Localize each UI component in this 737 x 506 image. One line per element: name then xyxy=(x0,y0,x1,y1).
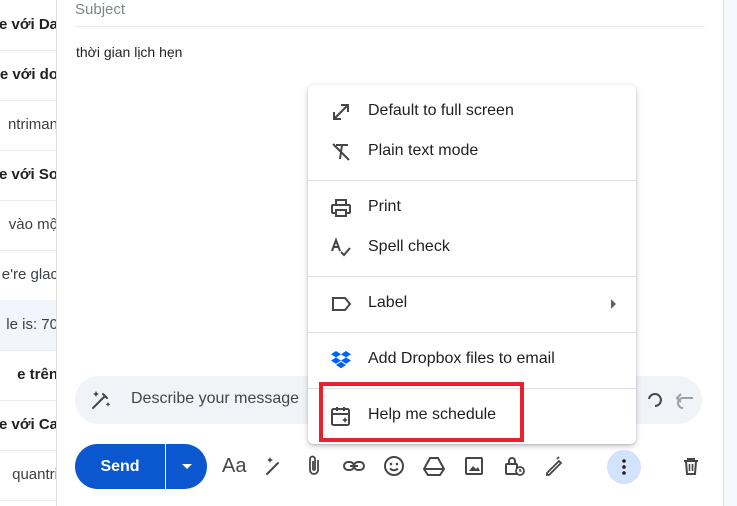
print-icon xyxy=(331,199,351,217)
caret-down-icon xyxy=(181,463,192,469)
menu-item-plain-text-mode[interactable]: Plain text mode xyxy=(308,132,636,172)
label-icon xyxy=(332,297,352,311)
menu-item-add-dropbox[interactable]: Add Dropbox files to email xyxy=(308,340,636,380)
inbox-row-text: quantri xyxy=(12,466,56,483)
emoji-icon[interactable] xyxy=(382,454,406,478)
menu-item-label: Label xyxy=(368,294,408,311)
inbox-row-text: vào mộ xyxy=(8,216,56,233)
menu-divider xyxy=(308,276,636,277)
inbox-row[interactable]: le is: 70 xyxy=(0,300,56,351)
magic-pen-icon[interactable] xyxy=(263,454,287,478)
inbox-row-text: e với do xyxy=(0,66,56,83)
menu-item-help-me-schedule[interactable]: Help me schedule xyxy=(308,396,636,436)
inbox-row[interactable]: e với Ca xyxy=(0,400,56,451)
menu-divider xyxy=(308,180,636,181)
menu-item-label: Spell check xyxy=(368,238,450,255)
inbox-row[interactable]: e're glac xyxy=(0,250,56,301)
attach-icon[interactable] xyxy=(302,454,326,478)
formatting-options-button[interactable]: Aa xyxy=(222,455,246,478)
submenu-arrow-icon xyxy=(611,299,616,309)
drive-icon[interactable] xyxy=(422,454,446,478)
signature-pen-icon[interactable] xyxy=(542,454,566,478)
inbox-row[interactable]: e với do xyxy=(0,50,56,101)
help-me-write-placeholder: Describe your message xyxy=(131,390,300,407)
inbox-row-text: ntriman xyxy=(7,116,56,133)
menu-item-label: Default to full screen xyxy=(368,102,514,119)
inbox-row[interactable]: e với So xyxy=(0,150,56,201)
send-options-button[interactable] xyxy=(166,444,207,489)
inbox-row[interactable]: quantri xyxy=(0,450,56,501)
inbox-row-text: e với Da xyxy=(0,16,56,33)
menu-item-label: Help me schedule xyxy=(368,406,497,423)
spell-check-icon xyxy=(331,237,351,257)
menu-item-print[interactable]: Print xyxy=(308,188,636,228)
fullscreen-icon xyxy=(333,104,349,120)
link-icon[interactable] xyxy=(342,454,366,478)
inbox-row-text: e với Ca xyxy=(0,416,56,433)
redo-icon[interactable] xyxy=(675,390,695,410)
inbox-row-text: e trên xyxy=(17,366,56,383)
inbox-row[interactable]: e trên xyxy=(0,350,56,401)
magic-pen-icon xyxy=(92,391,111,409)
inbox-row-text: e với So xyxy=(0,166,56,183)
more-vert-icon xyxy=(622,459,626,475)
inbox-row[interactable]: ntriman xyxy=(0,100,56,151)
menu-item-spell-check[interactable]: Spell check xyxy=(308,228,636,268)
calendar-schedule-icon xyxy=(331,407,350,426)
photo-icon[interactable] xyxy=(462,454,486,478)
message-body[interactable]: thời gian lịch hẹn xyxy=(76,44,182,60)
menu-divider xyxy=(308,388,636,389)
menu-item-label: Plain text mode xyxy=(368,142,479,159)
menu-item-label-submenu[interactable]: Label xyxy=(308,284,636,324)
menu-item-label: Add Dropbox files to email xyxy=(368,350,555,367)
dropbox-icon xyxy=(331,351,351,369)
inbox-row[interactable]: e với Da xyxy=(0,0,56,51)
more-options-button[interactable] xyxy=(607,450,641,484)
send-button[interactable]: Send xyxy=(75,444,165,489)
menu-divider xyxy=(308,332,636,333)
inbox-list: e với Da e với do ntriman e với So vào m… xyxy=(0,0,56,506)
inbox-row[interactable]: vào mộ xyxy=(0,200,56,251)
more-options-menu: Default to full screen Plain text mode P… xyxy=(308,85,636,444)
menu-item-full-screen[interactable]: Default to full screen xyxy=(308,92,636,132)
inbox-row-text: le is: 70 xyxy=(6,316,56,333)
plain-text-icon xyxy=(332,143,350,161)
subject-input[interactable] xyxy=(75,0,705,27)
confidential-mode-icon[interactable] xyxy=(502,454,526,478)
undo-icon[interactable] xyxy=(645,390,665,410)
trash-icon[interactable] xyxy=(679,454,703,478)
menu-item-label: Print xyxy=(368,198,401,215)
inbox-row-text: e're glac xyxy=(1,266,56,283)
send-button-group: Send xyxy=(75,444,207,489)
